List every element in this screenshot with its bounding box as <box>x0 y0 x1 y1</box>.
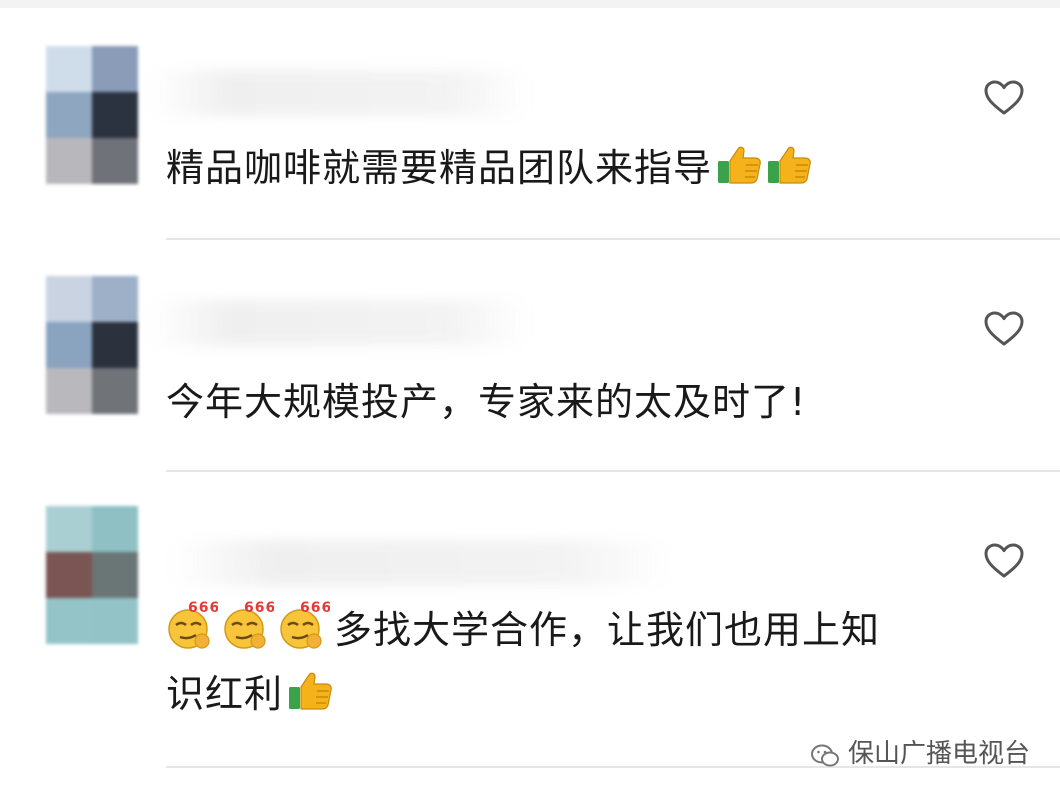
svg-text:666: 666 <box>188 600 218 616</box>
comment-text: 666 666 666 多找大学合作，让我们也用上知 识红利 <box>166 598 1046 726</box>
comment-text-content: 精品咖啡就需要精品团队来指导 <box>166 146 713 190</box>
smirk-666-icon: 666 <box>166 599 219 651</box>
username-blurred[interactable] <box>150 70 530 116</box>
wechat-icon <box>810 741 840 767</box>
heart-outline-icon[interactable] <box>984 543 1024 579</box>
comment-text-content: 识红利 <box>166 672 284 716</box>
thumbs-up-icon <box>716 142 762 186</box>
watermark: 保山广播电视台 <box>810 734 1030 774</box>
comment-divider <box>166 470 1060 472</box>
comment-text-line: 识红利 <box>166 662 1046 726</box>
comment-text: 今年大规模投产，专家来的太及时了! <box>166 370 806 434</box>
thumbs-up-icon <box>766 142 812 186</box>
comment-text-content: 今年大规模投产，专家来的太及时了! <box>166 380 807 424</box>
smirk-666-icon: 666 <box>278 599 331 651</box>
comment-divider <box>166 238 1060 240</box>
heart-outline-icon[interactable] <box>984 80 1024 116</box>
comment-text-content: 多找大学合作，让我们也用上知 <box>334 608 881 652</box>
avatar[interactable] <box>46 46 138 184</box>
username-blurred[interactable] <box>170 540 670 586</box>
avatar[interactable] <box>46 506 138 644</box>
watermark-label: 保山广播电视台 <box>848 739 1031 769</box>
top-edge-strip <box>0 0 1060 8</box>
thumbs-up-icon <box>287 668 333 712</box>
avatar[interactable] <box>46 276 138 414</box>
smirk-666-icon: 666 <box>222 599 275 651</box>
svg-text:666: 666 <box>300 600 330 616</box>
username-blurred[interactable] <box>150 300 530 346</box>
heart-outline-icon[interactable] <box>984 311 1024 347</box>
comment-text-line: 666 666 666 多找大学合作，让我们也用上知 <box>166 598 1046 662</box>
comment-text: 精品咖啡就需要精品团队来指导 <box>166 136 812 200</box>
svg-text:666: 666 <box>244 600 274 616</box>
